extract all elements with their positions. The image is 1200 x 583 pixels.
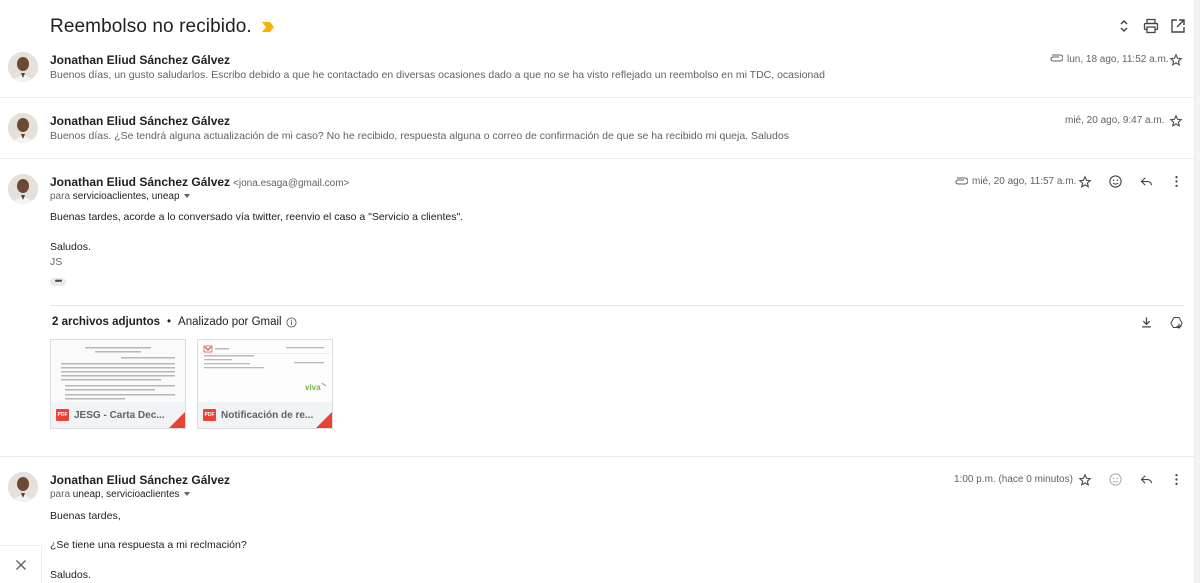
pdf-file-icon: PDF bbox=[203, 409, 216, 421]
attachments-divider bbox=[50, 305, 1184, 306]
message-date: lun, 18 ago, 11:52 a.m. bbox=[1067, 54, 1169, 65]
attachment-preview bbox=[51, 340, 185, 402]
message-body-line: Buenas tardes, bbox=[50, 510, 121, 522]
sender-name[interactable]: Jonathan Eliud Sánchez Gálvez bbox=[50, 473, 230, 487]
message-body-line: Buenas tardes, acorde a lo conversado ví… bbox=[50, 211, 464, 223]
star-icon[interactable] bbox=[1078, 473, 1092, 487]
sender-name-text: Jonathan Eliud Sánchez Gálvez bbox=[50, 175, 231, 189]
pdf-file-icon: PDF bbox=[56, 409, 69, 421]
attachment-preview: viva bbox=[198, 340, 332, 402]
recipients-list: uneap, servicioaclientes bbox=[72, 489, 180, 500]
gmail-thread-view: Reembolso no recibido. Jonathan Eliud Sá… bbox=[0, 0, 1200, 583]
attachment-card[interactable]: PDF JESG - Carta Dec... bbox=[50, 339, 186, 429]
message-divider bbox=[0, 97, 1194, 98]
message-divider bbox=[0, 158, 1194, 159]
thread-actions bbox=[1115, 17, 1186, 34]
message-snippet[interactable]: Buenos días, un gusto saludarlos. Escrib… bbox=[50, 69, 825, 81]
chevron-down-icon bbox=[183, 194, 190, 199]
paperclip-icon bbox=[955, 177, 968, 185]
subject-row: Reembolso no recibido. bbox=[50, 14, 274, 40]
sender-email: <jona.esaga@gmail.com> bbox=[233, 178, 350, 189]
more-vert-icon[interactable] bbox=[1169, 472, 1184, 487]
message-divider bbox=[0, 456, 1194, 457]
avatar bbox=[8, 113, 38, 143]
message-body-line: Saludos. bbox=[50, 569, 91, 581]
scanned-label: Analizado por Gmail bbox=[178, 316, 282, 328]
attachment-card[interactable]: viva PDF Notificación de re... bbox=[197, 339, 333, 429]
sender-name[interactable]: Jonathan Eliud Sánchez Gálvez bbox=[50, 114, 230, 128]
reply-icon[interactable] bbox=[1139, 472, 1154, 487]
recipients-toggle[interactable]: para servicioaclientes, uneap bbox=[50, 191, 190, 202]
avatar bbox=[8, 52, 38, 82]
info-icon[interactable] bbox=[286, 316, 297, 328]
download-icon[interactable] bbox=[1139, 315, 1154, 330]
message-date: 1:00 p.m. (hace 0 minutos) bbox=[954, 474, 1073, 485]
sender-name[interactable]: Jonathan Eliud Sánchez Gálvez <jona.esaga… bbox=[50, 175, 349, 189]
attachment-name: Notificación de re... bbox=[221, 409, 314, 421]
separator-dot: • bbox=[167, 316, 172, 328]
side-panel-close[interactable] bbox=[0, 545, 42, 583]
reply-icon[interactable] bbox=[1139, 174, 1154, 189]
attachment-footer: PDF Notificación de re... bbox=[198, 402, 332, 428]
message-snippet[interactable]: Buenos días. ¿Se tendrá alguna actualiza… bbox=[50, 130, 789, 142]
attachments-header: 2 archivos adjuntos • Analizado por Gmai… bbox=[52, 316, 297, 328]
avatar bbox=[8, 174, 38, 204]
show-trimmed-content-button[interactable]: ••• bbox=[50, 277, 66, 286]
importance-marker-icon[interactable] bbox=[261, 22, 274, 32]
paperclip-icon bbox=[1050, 54, 1063, 62]
message-date: mié, 20 ago, 11:57 a.m. bbox=[972, 176, 1077, 187]
recipients-list: servicioaclientes, uneap bbox=[72, 191, 180, 202]
chevron-down-icon bbox=[183, 492, 190, 497]
message-body-line: ¿Se tiene una respuesta a mi reclmación? bbox=[50, 539, 247, 551]
scrollbar-track[interactable] bbox=[1194, 0, 1200, 583]
star-icon[interactable] bbox=[1169, 53, 1183, 67]
attachment-name: JESG - Carta Dec... bbox=[74, 409, 165, 421]
recipients-prefix: para bbox=[50, 489, 73, 500]
attachment-footer: PDF JESG - Carta Dec... bbox=[51, 402, 185, 428]
message-body-line: Saludos. bbox=[50, 241, 91, 253]
pdf-corner-marker bbox=[316, 412, 332, 428]
close-icon bbox=[15, 559, 26, 570]
print-icon[interactable] bbox=[1142, 17, 1159, 34]
expand-all-icon[interactable] bbox=[1115, 17, 1132, 34]
thread-subject: Reembolso no recibido. bbox=[50, 16, 252, 37]
attachments-count: 2 archivos adjuntos bbox=[52, 316, 161, 328]
signature: JS bbox=[50, 256, 63, 268]
more-vert-icon[interactable] bbox=[1169, 174, 1184, 189]
sender-name[interactable]: Jonathan Eliud Sánchez Gálvez bbox=[50, 53, 230, 67]
avatar bbox=[8, 472, 38, 502]
open-new-window-icon[interactable] bbox=[1169, 17, 1186, 34]
add-to-drive-icon[interactable] bbox=[1169, 315, 1184, 330]
pdf-corner-marker bbox=[169, 412, 185, 428]
message-date: mié, 20 ago, 9:47 a.m. bbox=[1065, 115, 1165, 126]
star-icon[interactable] bbox=[1078, 175, 1092, 189]
emoji-icon[interactable] bbox=[1108, 174, 1123, 189]
recipients-toggle[interactable]: para uneap, servicioaclientes bbox=[50, 489, 190, 500]
emoji-icon[interactable] bbox=[1108, 472, 1123, 487]
recipients-prefix: para bbox=[50, 191, 73, 202]
svg-text:viva: viva bbox=[305, 383, 321, 392]
star-icon[interactable] bbox=[1169, 114, 1183, 128]
